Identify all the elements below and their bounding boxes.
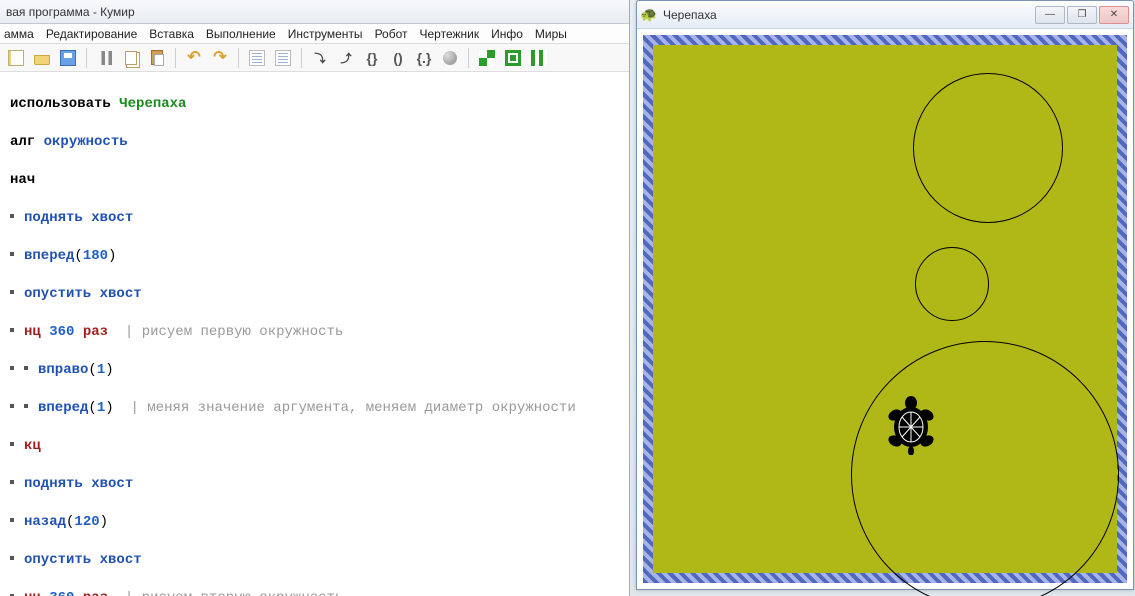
cmd-penup-2: поднять хвост	[24, 476, 133, 492]
undo-icon[interactable]: ↶	[184, 48, 204, 68]
id-turtle: Черепаха	[119, 96, 186, 112]
turtle-window: 🐢 Черепаха — ❐ ✕	[636, 0, 1134, 590]
kw-times-1: раз	[83, 324, 108, 340]
run-braces3-icon[interactable]: {.}	[414, 48, 434, 68]
cut-icon[interactable]	[95, 48, 115, 68]
copy-icon[interactable]	[121, 48, 141, 68]
turtle-window-title: Черепаха	[663, 8, 1033, 22]
menu-worlds[interactable]: Миры	[535, 27, 567, 41]
comment-1: рисуем первую окружность	[142, 324, 344, 340]
num-180: 180	[83, 248, 108, 264]
cmd-pendown-1: опустить хвост	[24, 286, 142, 302]
paste-icon[interactable]	[147, 48, 167, 68]
run-braces2-icon[interactable]: ()	[388, 48, 408, 68]
menu-robot[interactable]: Робот	[375, 27, 408, 41]
kw-loop-2: нц	[24, 590, 41, 596]
kw-endloop-1: кц	[24, 438, 41, 454]
kw-alg: алг	[10, 134, 35, 150]
menu-insert[interactable]: Вставка	[149, 27, 194, 41]
num-120: 120	[74, 514, 99, 530]
format-left-icon[interactable]	[247, 48, 267, 68]
main-titlebar: вая программа - Кумир	[0, 0, 629, 24]
grid1-icon[interactable]	[477, 48, 497, 68]
turtle-canvas[interactable]	[643, 35, 1127, 583]
circle-1	[913, 73, 1063, 223]
menu-draftsman[interactable]: Чертежник	[420, 27, 480, 41]
kw-loop-1: нц	[24, 324, 41, 340]
maximize-button[interactable]: ❐	[1067, 6, 1097, 24]
kw-times-2: раз	[83, 590, 108, 596]
open-file-icon[interactable]	[32, 48, 52, 68]
turtle-sprite-icon	[885, 395, 937, 455]
code-editor[interactable]: использовать Черепаха алг окружность нач…	[0, 72, 629, 596]
kw-use: использовать	[10, 96, 111, 112]
circle-3	[851, 341, 1119, 596]
turtle-field	[653, 45, 1117, 573]
turtle-canvas-wrap	[637, 29, 1133, 589]
menu-edit[interactable]: Редактирование	[46, 27, 137, 41]
num-1a: 1	[97, 362, 105, 378]
menu-run[interactable]: Выполнение	[206, 27, 276, 41]
cmd-forward-2: вперед	[38, 400, 88, 416]
num-360-2: 360	[49, 590, 74, 596]
step-over-icon[interactable]: ⤴	[336, 48, 356, 68]
num-1b: 1	[97, 400, 105, 416]
kumir-main-window: вая программа - Кумир амма Редактировани…	[0, 0, 630, 596]
menu-info[interactable]: Инфо	[491, 27, 523, 41]
cmd-forward-1: вперед	[24, 248, 74, 264]
kw-begin: нач	[10, 172, 35, 188]
cmd-back-1: назад	[24, 514, 66, 530]
minimize-button[interactable]: —	[1035, 6, 1065, 24]
redo-icon[interactable]: ↷	[210, 48, 230, 68]
step-in-icon[interactable]: ⤵	[310, 48, 330, 68]
circle-2	[915, 247, 989, 321]
menu-bar: амма Редактирование Вставка Выполнение И…	[0, 24, 629, 44]
comment-2: меняя значение аргумента, меняем диаметр…	[147, 400, 575, 416]
cmd-penup-1: поднять хвост	[24, 210, 133, 226]
grid2-icon[interactable]	[503, 48, 523, 68]
comment-3: рисуем вторую окружность	[142, 590, 344, 596]
cmd-pendown-2: опустить хвост	[24, 552, 142, 568]
stop-icon[interactable]	[440, 48, 460, 68]
format-lines-icon[interactable]	[273, 48, 293, 68]
turtle-app-icon: 🐢	[641, 7, 657, 23]
id-circle: окружность	[44, 134, 128, 150]
menu-tools[interactable]: Инструменты	[288, 27, 363, 41]
cmd-right-1: вправо	[38, 362, 88, 378]
num-360-1: 360	[49, 324, 74, 340]
grid3-icon[interactable]	[529, 48, 549, 68]
turtle-titlebar[interactable]: 🐢 Черепаха — ❐ ✕	[637, 1, 1133, 29]
run-braces1-icon[interactable]: {}	[362, 48, 382, 68]
close-button[interactable]: ✕	[1099, 6, 1129, 24]
toolbar: ↶ ↷ ⤵ ⤴ {} () {.}	[0, 44, 629, 72]
menu-programma[interactable]: амма	[4, 27, 34, 41]
new-file-icon[interactable]	[6, 48, 26, 68]
main-window-title: вая программа - Кумир	[6, 5, 135, 19]
save-icon[interactable]	[58, 48, 78, 68]
